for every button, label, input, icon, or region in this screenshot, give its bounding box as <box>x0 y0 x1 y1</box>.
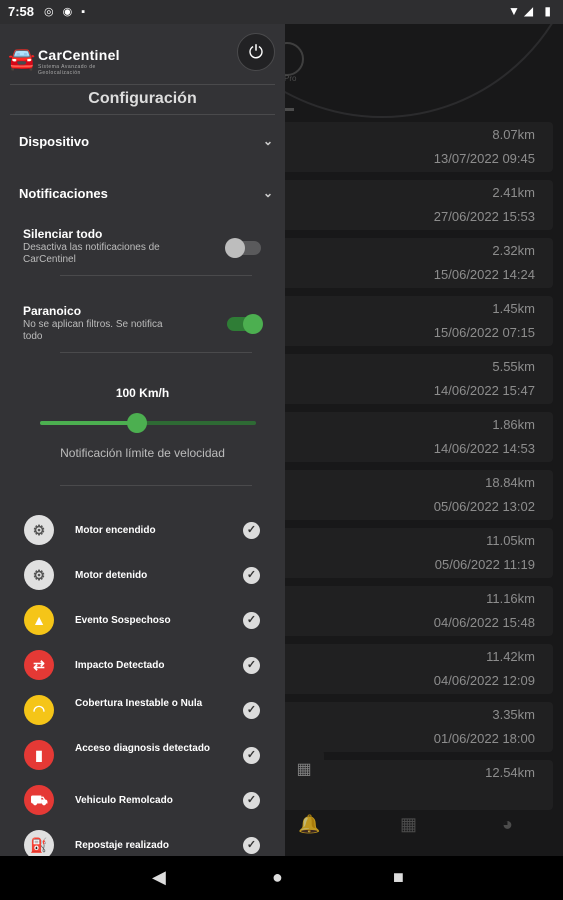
section-notifications-label: Notificaciones <box>19 186 108 201</box>
chevron-down-icon: ⌄ <box>262 134 273 148</box>
notification-label: Motor encendido <box>75 525 156 536</box>
drawer-title: Configuración <box>88 90 197 107</box>
engine-on-icon: ⚙ <box>24 515 54 545</box>
divider <box>60 352 252 353</box>
section-device-label: Dispositivo <box>19 134 90 149</box>
divider <box>10 84 275 85</box>
paranoid-toggle[interactable] <box>227 314 263 334</box>
notification-item[interactable]: ◠ Cobertura Inestable o Nula ✓ <box>24 695 264 727</box>
warning-icon: ▲ <box>24 605 54 635</box>
impact-icon: ⇄ <box>24 650 54 680</box>
setting-description: No se aplican filtros. Se notifica todo <box>23 319 163 342</box>
check-icon[interactable]: ✓ <box>243 702 260 719</box>
speed-limit-slider[interactable] <box>40 413 256 433</box>
status-system-icons: ▼◢ ▮ <box>507 4 555 18</box>
notification-label: Vehiculo Remolcado <box>75 795 173 806</box>
notification-item[interactable]: ⇄ Impacto Detectado ✓ <box>24 650 264 682</box>
drawer-scrim[interactable] <box>285 24 563 856</box>
diagnosis-icon: ▮ <box>24 740 54 770</box>
logo-tagline: Sistema Avanzado de Geolocalización <box>38 64 96 76</box>
setting-paranoid: Paranoico No se aplican filtros. Se noti… <box>23 304 263 343</box>
toggle-knob <box>225 238 245 258</box>
power-button[interactable]: ⏻ <box>237 33 275 71</box>
notification-label: Impacto Detectado <box>75 660 165 671</box>
back-icon[interactable]: ◀ <box>152 867 166 888</box>
notification-item[interactable]: ▮ Acceso diagnosis detectado ✓ <box>24 740 264 772</box>
section-notifications[interactable]: Notificaciones ⌄ <box>19 186 275 201</box>
divider <box>60 275 252 276</box>
check-icon[interactable]: ✓ <box>243 657 260 674</box>
notification-label: Cobertura Inestable o Nula <box>75 698 203 709</box>
engine-off-icon: ⚙ <box>24 560 54 590</box>
mute-all-toggle[interactable] <box>225 238 261 258</box>
tow-icon: ⛟ <box>24 785 54 815</box>
toggle-knob <box>243 314 263 334</box>
status-notification-icons: ◎ ◉ ▪ <box>44 6 89 18</box>
setting-title: Silenciar todo <box>23 227 103 241</box>
slider-fill <box>40 421 138 425</box>
notification-label: Evento Sospechoso <box>75 615 171 626</box>
status-bar: 7:58 ◎ ◉ ▪ ▼◢ ▮ <box>0 0 563 24</box>
signal-icon: ◠ <box>24 695 54 725</box>
logo-brand: CarCentinel <box>38 47 120 63</box>
recents-icon[interactable]: ■ <box>393 867 404 888</box>
fuel-icon: ⛽ <box>24 830 54 856</box>
section-device[interactable]: Dispositivo ⌄ <box>19 134 275 149</box>
speed-limit-caption: Notificación límite de velocidad <box>60 446 225 460</box>
check-icon[interactable]: ✓ <box>243 567 260 584</box>
notification-item[interactable]: ⚙ Motor detenido ✓ <box>24 560 264 592</box>
system-nav-bar: ◀ ● ■ <box>0 856 563 900</box>
home-icon[interactable]: ● <box>272 867 283 888</box>
status-time: 7:58 <box>8 4 35 19</box>
setting-description: Desactiva las notificaciones de CarCenti… <box>23 242 160 265</box>
setting-title: Paranoico <box>23 304 82 318</box>
speed-limit-value: 100 Km/h <box>115 386 170 400</box>
notification-item[interactable]: ⛟ Vehiculo Remolcado ✓ <box>24 785 264 817</box>
check-icon[interactable]: ✓ <box>243 747 260 764</box>
notification-item[interactable]: ▲ Evento Sospechoso ✓ <box>24 605 264 637</box>
app-logo: 🚘 CarCentinel Sistema Avanzado de Geoloc… <box>8 44 138 76</box>
check-icon[interactable]: ✓ <box>243 522 260 539</box>
chevron-down-icon: ⌄ <box>262 186 273 200</box>
notification-item[interactable]: ⛽ Repostaje realizado ✓ <box>24 830 264 856</box>
divider <box>60 485 252 486</box>
notification-label: Repostaje realizado <box>75 840 169 851</box>
divider <box>10 114 275 115</box>
notification-label: Motor detenido <box>75 570 148 581</box>
check-icon[interactable]: ✓ <box>243 837 260 854</box>
notification-label: Acceso diagnosis detectado <box>75 743 211 754</box>
setting-mute-all: Silenciar todo Desactiva las notificacio… <box>23 227 263 266</box>
check-icon[interactable]: ✓ <box>243 612 260 629</box>
settings-drawer: 🚘 CarCentinel Sistema Avanzado de Geoloc… <box>0 24 285 856</box>
slider-thumb[interactable] <box>127 413 148 433</box>
car-icon: 🚘 <box>8 46 36 71</box>
notification-item[interactable]: ⚙ Motor encendido ✓ <box>24 515 264 547</box>
check-icon[interactable]: ✓ <box>243 792 260 809</box>
